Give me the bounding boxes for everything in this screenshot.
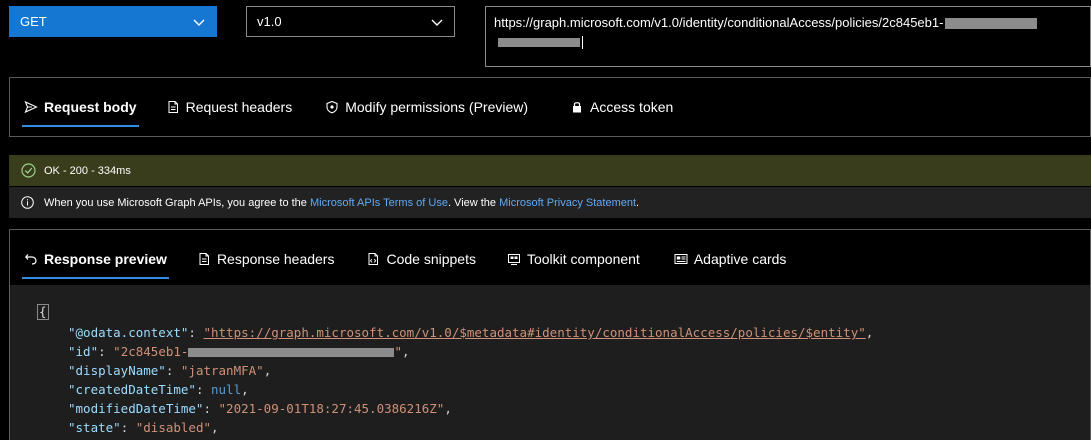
redacted-block	[498, 38, 580, 48]
check-circle-icon	[21, 163, 36, 178]
tab-toolkit-component[interactable]: Toolkit component	[507, 230, 640, 288]
tab-label: Response headers	[216, 251, 335, 267]
privacy-statement-link[interactable]: Microsoft Privacy Statement	[499, 197, 636, 209]
response-json-viewer[interactable]: { "@odata.context": "https://graph.micro…	[10, 285, 1090, 440]
code-file-icon	[368, 253, 379, 265]
info-icon	[21, 196, 34, 209]
tab-label: Request body	[44, 99, 137, 115]
json-key: "displayName"	[68, 363, 166, 378]
info-bar: When you use Microsoft Graph APIs, you a…	[9, 187, 1091, 218]
method-dropdown[interactable]: GET	[9, 6, 217, 37]
json-line: "displayName": "jatranMFA",	[68, 363, 272, 378]
active-tab-indicator	[22, 125, 139, 127]
request-tabs: Request body Request headers Modify perm…	[10, 78, 673, 136]
json-url-value[interactable]: "https://graph.microsoft.com/v1.0/$metad…	[203, 325, 865, 340]
chevron-down-icon	[431, 19, 443, 26]
json-string-value: "2021-09-01T18:27:45.0386216Z"	[218, 401, 445, 416]
tab-label: Access token	[590, 99, 674, 115]
tab-adaptive-cards[interactable]: Adaptive cards	[674, 230, 787, 288]
method-value: GET	[20, 14, 47, 29]
json-line: "id": "2c845eb1- ",	[68, 344, 410, 359]
status-bar: OK - 200 - 334ms	[9, 155, 1091, 186]
json-line: "@odata.context": "https://graph.microso…	[68, 325, 874, 340]
send-icon	[24, 100, 38, 114]
info-text-middle: . View the	[447, 196, 500, 209]
tab-request-body[interactable]: Request body	[22, 78, 139, 136]
document-icon	[168, 101, 178, 113]
response-tabs: Response preview Response headers Code s…	[10, 230, 786, 288]
json-string-end: "	[394, 344, 402, 359]
tab-request-headers[interactable]: Request headers	[166, 78, 293, 136]
url-text: https://graph.microsoft.com/v1.0/identit…	[494, 15, 944, 30]
status-text: OK - 200 - 334ms	[44, 164, 131, 177]
json-key: "state"	[68, 420, 121, 435]
info-text-prefix: When you use Microsoft Graph APIs, you a…	[44, 196, 310, 209]
json-string-value: "disabled"	[135, 420, 212, 435]
request-panel: Request body Request headers Modify perm…	[9, 77, 1091, 137]
undo-icon	[25, 254, 37, 265]
version-dropdown[interactable]: v1.0	[246, 6, 455, 37]
json-line: "createdDateTime": null,	[68, 382, 249, 397]
tab-label: Request headers	[185, 99, 293, 115]
redacted-block	[188, 348, 395, 357]
json-key: "modifiedDateTime"	[68, 401, 204, 416]
terms-of-use-link[interactable]: Microsoft APIs Terms of Use	[310, 197, 448, 209]
json-string-value: "jatranMFA"	[180, 363, 264, 378]
redacted-block	[945, 18, 1038, 30]
tab-label: Toolkit component	[526, 251, 640, 267]
version-value: v1.0	[257, 14, 282, 29]
tab-response-preview[interactable]: Response preview	[22, 230, 169, 288]
tab-label: Modify permissions (Preview)	[345, 99, 529, 115]
tab-label: Response preview	[44, 251, 167, 267]
toolkit-icon	[507, 254, 520, 265]
json-line: "modifiedDateTime": "2021-09-01T18:27:45…	[68, 401, 452, 416]
chevron-down-icon	[193, 19, 205, 26]
tab-access-token[interactable]: Access token	[570, 78, 673, 136]
tab-response-headers[interactable]: Response headers	[197, 230, 335, 288]
shield-icon	[326, 100, 338, 114]
info-text-suffix: .	[636, 196, 640, 209]
active-tab-indicator	[22, 277, 169, 279]
url-input[interactable]: https://graph.microsoft.com/v1.0/identit…	[485, 6, 1091, 67]
tab-label: Code snippets	[386, 251, 476, 267]
json-null-value: null	[211, 382, 242, 397]
json-key: "id"	[68, 344, 99, 359]
json-key: "@odata.context"	[68, 325, 189, 340]
json-key: "createdDateTime"	[68, 382, 196, 397]
tab-label: Adaptive cards	[693, 251, 787, 267]
tab-modify-permissions[interactable]: Modify permissions (Preview)	[325, 78, 528, 136]
card-icon	[674, 254, 688, 264]
open-brace: {	[37, 304, 49, 320]
document-icon	[199, 253, 209, 265]
json-line: "state": "disabled",	[68, 420, 219, 435]
tab-code-snippets[interactable]: Code snippets	[366, 230, 476, 288]
json-string-value: "2c845eb1-	[113, 344, 189, 359]
lock-icon	[573, 102, 582, 113]
text-cursor	[582, 36, 583, 50]
